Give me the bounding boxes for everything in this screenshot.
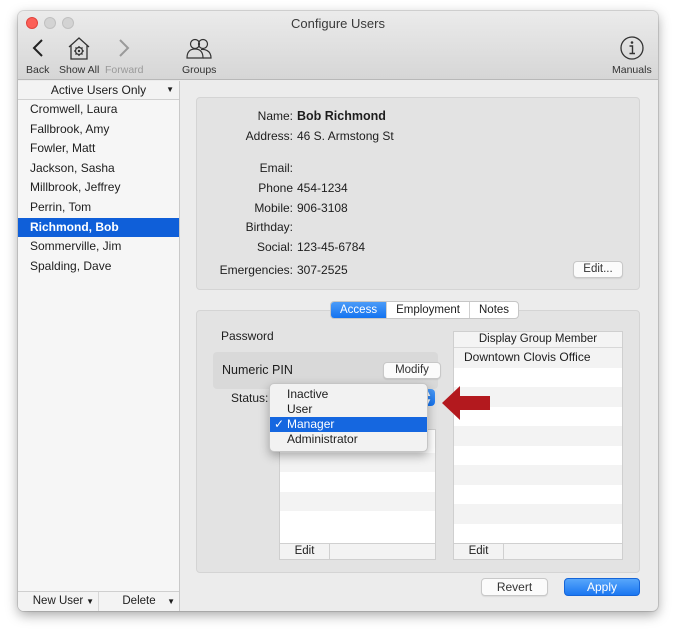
delete-label: Delete	[122, 595, 156, 607]
chevron-left-icon	[32, 39, 43, 57]
chevron-right-icon	[119, 39, 130, 57]
sidebar-footer: New User ▼ Delete ▼	[18, 591, 179, 611]
tab-employment[interactable]: Employment	[386, 302, 469, 318]
back-label: Back	[26, 64, 50, 76]
back-button[interactable]: Back	[26, 35, 49, 76]
delete-user-button[interactable]: Delete ▼	[98, 592, 179, 611]
user-list-item[interactable]: Spalding, Dave	[18, 257, 179, 277]
forward-label: Forward	[105, 64, 144, 76]
user-sidebar: Active Users Only ▼ Cromwell, Laura Fall…	[18, 81, 180, 611]
info-value: 454-1234	[297, 181, 348, 195]
info-row-social: Social: 123-45-6784	[197, 240, 639, 256]
info-value: 123-45-6784	[297, 240, 366, 254]
display-group-list: Display Group Member Downtown Clovis Off…	[453, 331, 623, 560]
user-list-item[interactable]: Jackson, Sasha	[18, 159, 179, 179]
configure-users-window: Configure Users Back Show All Forward Gr…	[18, 11, 658, 611]
display-group-footer: Edit	[454, 543, 622, 559]
groups-button[interactable]: Groups	[182, 35, 216, 76]
info-row-mobile: Mobile: 906-3108	[197, 201, 639, 217]
info-row-phone: Phone 454-1234	[197, 181, 639, 197]
display-group-row	[454, 368, 622, 388]
status-option-manager[interactable]: ✓ Manager	[270, 417, 427, 432]
info-label: Birthday:	[245, 220, 293, 234]
new-user-button[interactable]: New User ▼	[18, 592, 98, 611]
titlebar: Configure Users Back Show All Forward Gr…	[18, 11, 658, 80]
info-label: Name:	[257, 109, 293, 123]
modify-pin-button[interactable]: Modify	[383, 362, 441, 379]
chevron-down-icon: ▼	[166, 85, 174, 94]
window-title: Configure Users	[291, 16, 385, 31]
forward-button[interactable]: Forward	[105, 35, 144, 76]
display-group-row	[454, 465, 622, 485]
house-gear-icon	[68, 37, 90, 60]
info-value: Bob Richmond	[297, 109, 386, 123]
list-row	[280, 511, 435, 531]
user-list-item[interactable]: Millbrook, Jeffrey	[18, 178, 179, 198]
info-label: Mobile:	[254, 201, 293, 215]
status-popup-menu: Inactive User ✓ Manager Administrator	[269, 383, 428, 452]
numeric-pin-label: Numeric PIN	[222, 363, 293, 377]
manuals-button[interactable]: Manuals	[612, 35, 652, 76]
password-label: Password	[221, 329, 274, 343]
manuals-label: Manuals	[612, 64, 652, 76]
user-info-panel: Name: Bob Richmond Address: 46 S. Armsto…	[196, 97, 640, 290]
chevron-down-icon: ▼	[167, 597, 175, 606]
info-label: Social:	[256, 240, 293, 254]
list-row	[280, 452, 435, 472]
chevron-down-icon: ▼	[86, 597, 94, 606]
display-group-edit-button[interactable]: Edit	[454, 544, 504, 559]
groups-label: Groups	[182, 64, 217, 76]
user-list-item[interactable]: Cromwell, Laura	[18, 100, 179, 120]
info-value: 46 S. Armstong St	[297, 129, 394, 143]
revert-button[interactable]: Revert	[481, 578, 548, 596]
user-list-item[interactable]: Sommerville, Jim	[18, 237, 179, 257]
list-row	[280, 491, 435, 511]
status-option-label: Manager	[287, 417, 335, 431]
edit-info-button[interactable]: Edit...	[573, 261, 623, 278]
show-all-label: Show All	[59, 64, 100, 76]
user-list-item-selected[interactable]: Richmond, Bob	[18, 217, 179, 238]
info-label: Address:	[245, 129, 293, 143]
red-arrow-icon	[442, 386, 490, 420]
user-list-item[interactable]: Perrin, Tom	[18, 198, 179, 218]
info-row-email: Email:	[197, 161, 639, 177]
access-list-footer: Edit	[280, 543, 435, 559]
status-option-administrator[interactable]: Administrator	[270, 432, 427, 447]
people-icon	[186, 38, 212, 59]
apply-button[interactable]: Apply	[564, 578, 640, 596]
status-option-inactive[interactable]: Inactive	[270, 387, 427, 402]
display-group-row	[454, 504, 622, 524]
new-user-label: New User	[32, 595, 84, 607]
tab-bar: Access Employment Notes	[330, 301, 520, 319]
status-label: Status:	[231, 391, 269, 405]
access-list-edit-button[interactable]: Edit	[280, 544, 330, 559]
info-label: Emergencies:	[219, 263, 293, 277]
show-all-button[interactable]: Show All	[59, 35, 99, 76]
user-filter-dropdown[interactable]: Active Users Only ▼	[18, 81, 179, 100]
checkmark-icon: ✓	[274, 417, 285, 431]
info-value: 307-2525	[297, 263, 348, 277]
user-list-item[interactable]: Fowler, Matt	[18, 139, 179, 159]
tab-access[interactable]: Access	[331, 302, 387, 318]
display-group-row	[454, 524, 622, 544]
user-filter-label: Active Users Only	[50, 83, 147, 97]
tab-notes[interactable]: Notes	[469, 302, 518, 318]
info-circle-icon	[620, 36, 644, 60]
info-row-name: Name: Bob Richmond	[197, 109, 639, 125]
info-label: Phone	[258, 181, 293, 195]
user-list-item[interactable]: Fallbrook, Amy	[18, 120, 179, 140]
status-option-user[interactable]: User	[270, 402, 427, 417]
info-value: 906-3108	[297, 201, 348, 215]
display-group-header: Display Group Member	[454, 332, 622, 348]
info-row-address: Address: 46 S. Armstong St	[197, 129, 639, 145]
list-row	[280, 472, 435, 492]
user-list: Cromwell, Laura Fallbrook, Amy Fowler, M…	[18, 100, 179, 276]
display-group-row	[454, 426, 622, 446]
display-group-row	[454, 446, 622, 466]
display-group-row	[454, 485, 622, 505]
info-label: Email:	[259, 161, 293, 175]
info-row-birthday: Birthday:	[197, 220, 639, 236]
display-group-row[interactable]: Downtown Clovis Office	[454, 348, 622, 368]
